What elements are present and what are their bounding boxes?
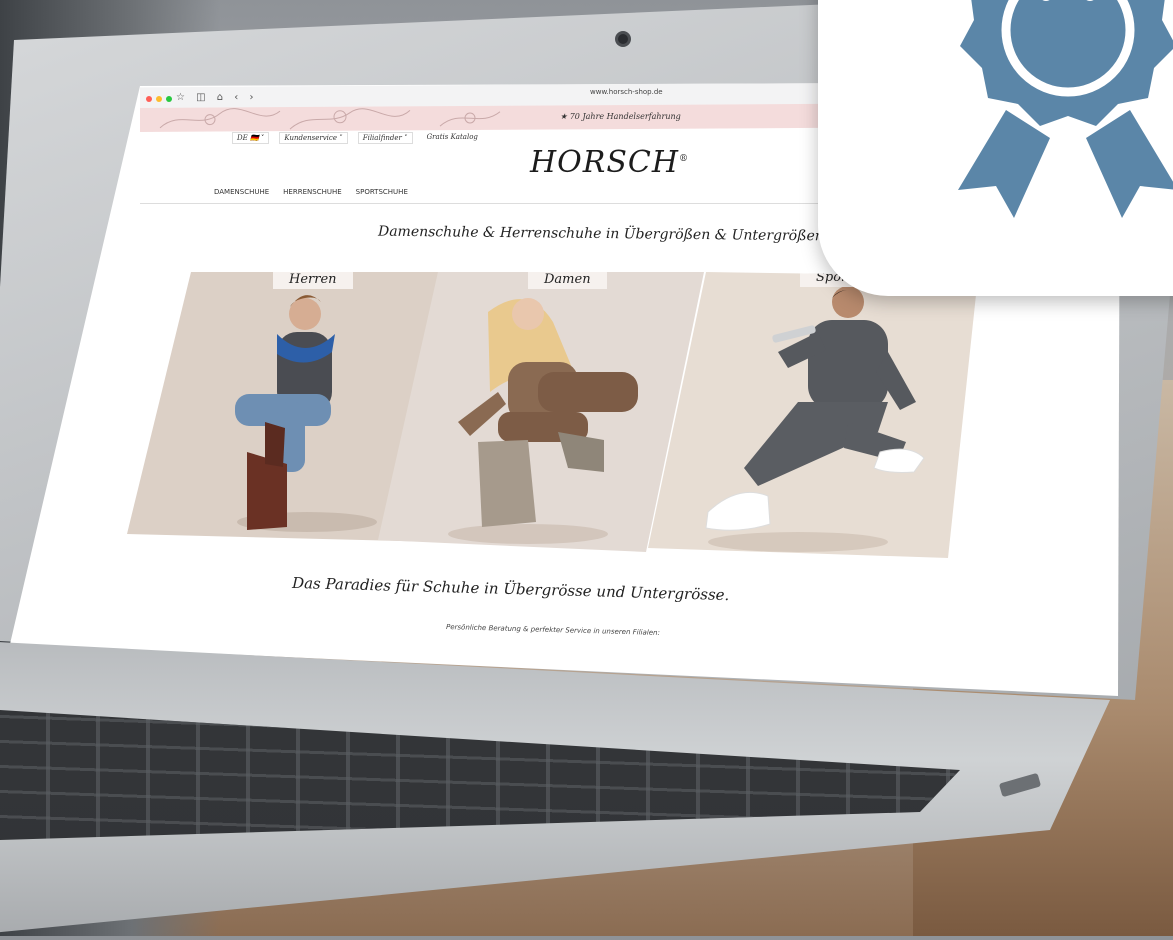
chevron-down-icon: ˅ <box>339 134 343 142</box>
webcam-icon <box>618 34 628 44</box>
registered-mark: ® <box>679 154 690 164</box>
sub-tagline: Persönliche Beratung & perfekter Service… <box>445 623 660 637</box>
logo-text: HORSCH <box>530 145 680 180</box>
category-sportschuhe[interactable]: SPORTSCHUHE <box>356 188 408 196</box>
page-headline: Damenschuhe & Herrenschuhe in Übergrößen… <box>377 223 824 245</box>
country-select[interactable]: DE 🇩🇪 ˅ <box>232 132 270 144</box>
address-bar[interactable]: www.horsch-shop.de <box>590 88 663 96</box>
award-badge <box>818 0 1173 296</box>
brand-logo[interactable]: HORSCH® <box>530 145 689 180</box>
country-code: DE <box>237 134 248 142</box>
chevron-down-icon: ˅ <box>260 134 265 142</box>
category-damenschuhe[interactable]: DAMENSCHUHE <box>214 188 269 196</box>
flag-icon: 🇩🇪 <box>249 134 259 142</box>
star-icon: ★ <box>560 112 568 121</box>
browser-nav-icons[interactable]: ☆ ◫ ⌂ ‹ › <box>176 92 257 103</box>
panel-label-herren: Herren <box>273 272 353 289</box>
tagline: Das Paradies für Schuhe in Übergrösse un… <box>291 573 730 605</box>
kundenservice-menu[interactable]: Kundenservice ˅ <box>279 132 348 144</box>
close-window-icon[interactable] <box>146 96 152 102</box>
filialfinder-menu[interactable]: Filialfinder ˅ <box>357 132 413 144</box>
award-ribbon-icon <box>958 0 1173 218</box>
window-controls[interactable] <box>146 96 172 102</box>
category-nav: DAMENSCHUHE HERRENSCHUHE SPORTSCHUHE <box>214 188 408 196</box>
filialfinder-label: Filialfinder <box>362 134 402 142</box>
top-nav: DE 🇩🇪 ˅ Kundenservice ˅ Filialfinder ˅ G… <box>232 132 482 144</box>
maximize-window-icon[interactable] <box>166 96 172 102</box>
minimize-window-icon[interactable] <box>156 96 162 102</box>
promo-text: ★ 70 Jahre Handelserfahrung <box>560 112 681 121</box>
kundenservice-label: Kundenservice <box>284 134 337 142</box>
promo-label: 70 Jahre Handelserfahrung <box>569 112 681 121</box>
chevron-down-icon: ˅ <box>404 134 408 142</box>
sport-model-image <box>705 286 925 552</box>
category-herrenschuhe[interactable]: HERRENSCHUHE <box>283 188 341 196</box>
panel-sport[interactable]: Sport <box>648 272 978 558</box>
katalog-link[interactable]: Gratis Katalog <box>422 132 482 144</box>
panel-label-damen: Damen <box>528 272 607 289</box>
